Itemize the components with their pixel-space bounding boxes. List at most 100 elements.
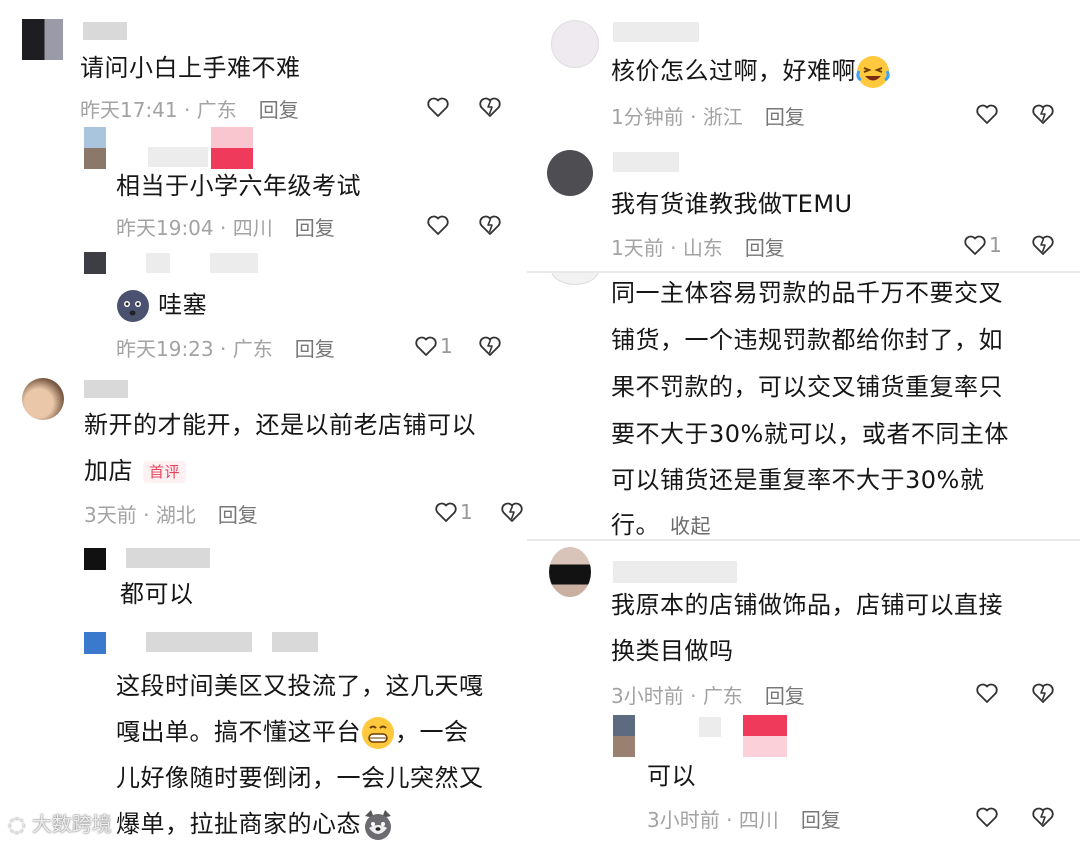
comment-meta: 1分钟前 · 浙江 回复	[611, 105, 805, 129]
comment-text-content: 核价怎么过啊，好难啊	[611, 57, 856, 85]
comment-meta: 3天前 · 湖北 回复	[84, 503, 258, 527]
comment-text-line: 爆单，拉扯商家的心态	[116, 800, 395, 841]
reply-text: 都可以	[120, 580, 194, 608]
comment-location: 浙江	[702, 105, 743, 129]
reply-button[interactable]: 回复	[295, 216, 335, 240]
username-blurred[interactable]	[699, 717, 721, 737]
comment-time: 昨天19:04	[116, 216, 214, 240]
heart-icon[interactable]	[426, 95, 450, 119]
comment-time: 昨天19:23	[116, 337, 214, 361]
emoji-laugh-cry-icon	[856, 56, 890, 88]
reply-button[interactable]: 回复	[295, 337, 335, 361]
right-panel-top: 核价怎么过啊，好难啊 1分钟前 · 浙江 回复 我有货谁教我做TEMU 1天前 ·…	[527, 0, 1080, 272]
reply-button[interactable]: 回复	[218, 503, 258, 527]
dislike-icon[interactable]	[500, 500, 524, 524]
avatar[interactable]	[551, 20, 599, 68]
dislike-icon[interactable]	[478, 95, 502, 119]
first-comment-badge: 首评	[143, 461, 187, 483]
comment-time: 3小时前	[647, 808, 720, 832]
username-blurred[interactable]	[613, 152, 679, 172]
avatar[interactable]	[551, 273, 599, 285]
comment-meta: 昨天19:04 · 四川 回复	[116, 216, 335, 240]
comment-text-line: 儿好像随时要倒闭，一会儿突然又	[116, 764, 484, 792]
comment-text-line: 我原本的店铺做饰品，店铺可以直接	[611, 591, 1003, 619]
like-count: 1	[989, 233, 1002, 257]
username-blurred[interactable]	[84, 380, 128, 398]
comment-text-line: 这段时间美区又投流了，这几天嘎	[116, 672, 484, 700]
dislike-icon[interactable]	[478, 213, 502, 237]
avatar[interactable]	[549, 547, 591, 597]
comment-text-line: 加店 首评	[84, 447, 187, 496]
comment-text-line: 行。 收起	[611, 501, 711, 539]
username-blurred[interactable]	[146, 253, 170, 273]
reply-button[interactable]: 回复	[765, 105, 805, 129]
comment-text-line: 新开的才能开，还是以前老店铺可以	[84, 411, 476, 439]
reply-button[interactable]: 回复	[801, 808, 841, 832]
comment-text-line: 可以铺货还是重复率不大于30%就	[611, 466, 985, 494]
comment-location: 四川	[738, 808, 779, 832]
avatar[interactable]	[22, 378, 64, 420]
comment-text-line: 铺货，一个违规罚款都给你封了，如	[611, 326, 1003, 354]
right-panel-middle: 同一主体容易罚款的品千万不要交叉 铺货，一个违规罚款都给你封了，如 果不罚款的，…	[527, 273, 1080, 539]
avatar[interactable]	[84, 252, 106, 274]
watermark-text: 大数跨境	[31, 812, 112, 836]
comment-meta: 1天前 · 山东 回复	[611, 236, 785, 260]
dislike-icon[interactable]	[478, 334, 502, 358]
heart-icon[interactable]	[975, 805, 999, 829]
left-panel-top: 请问小白上手难不难 昨天17:41 · 广东 回复 相当于小学六年级考试 昨天19…	[0, 0, 527, 627]
heart-icon[interactable]	[414, 334, 438, 358]
avatar[interactable]	[613, 715, 635, 757]
comment-text-content: 行。	[611, 511, 660, 539]
username-blurred[interactable]	[126, 548, 210, 568]
avatar[interactable]	[84, 548, 106, 570]
comment-location: 四川	[232, 216, 273, 240]
comment-text-line: 换类目做吗	[611, 637, 734, 665]
comment-text-content: 嘎出单。搞不懂这平台	[116, 718, 361, 746]
comment-location: 湖北	[155, 503, 196, 527]
emoji-icon	[117, 290, 149, 322]
dislike-icon[interactable]	[1031, 233, 1055, 257]
comment-text-line: 要不大于30%就可以，或者不同主体	[611, 420, 1009, 448]
comment-meta: 昨天19:23 · 广东 回复	[116, 337, 335, 361]
username-blurred[interactable]	[272, 632, 318, 652]
watermark-logo-icon: ◌	[8, 812, 32, 836]
comment-location: 广东	[702, 684, 743, 708]
comment-text-content: 加店	[84, 457, 133, 485]
comment-location: 广东	[232, 337, 273, 361]
comment-location: 山东	[682, 236, 723, 260]
comment-text-content: ，一会	[395, 718, 469, 746]
reply-button[interactable]: 回复	[259, 98, 299, 122]
heart-icon[interactable]	[975, 681, 999, 705]
dislike-icon[interactable]	[1031, 805, 1055, 829]
username-blurred[interactable]	[613, 561, 737, 583]
comment-text: 我有货谁教我做TEMU	[611, 190, 853, 218]
username-blurred[interactable]	[613, 22, 699, 42]
comment-time: 3小时前	[611, 684, 684, 708]
heart-icon[interactable]	[975, 102, 999, 126]
reply-text: 哇塞	[116, 281, 207, 329]
dislike-icon[interactable]	[1031, 102, 1055, 126]
reply-button[interactable]: 回复	[745, 236, 785, 260]
reply-button[interactable]: 回复	[765, 684, 805, 708]
comment-meta: 3小时前 · 四川 回复	[647, 808, 841, 832]
avatar[interactable]	[547, 150, 593, 196]
heart-icon[interactable]	[434, 500, 458, 524]
avatar[interactable]	[22, 19, 63, 60]
dislike-icon[interactable]	[1031, 681, 1055, 705]
heart-icon[interactable]	[426, 213, 450, 237]
watermark: ◌ 大数跨境	[8, 808, 112, 837]
heart-icon[interactable]	[963, 233, 987, 257]
collapse-button[interactable]: 收起	[670, 514, 711, 538]
avatar[interactable]	[84, 632, 106, 654]
username-blurred[interactable]	[146, 632, 252, 652]
username-blurred[interactable]	[210, 253, 258, 273]
username-blurred[interactable]	[743, 715, 787, 757]
reply-text: 可以	[647, 762, 696, 790]
username-blurred[interactable]	[83, 22, 127, 40]
like-count: 1	[440, 334, 453, 358]
emoji-dog-icon	[365, 810, 391, 840]
avatar[interactable]	[84, 127, 106, 169]
comment-time: 3天前	[84, 503, 137, 527]
comment-location: 广东	[196, 98, 237, 122]
comment-time: 昨天17:41	[80, 98, 178, 122]
